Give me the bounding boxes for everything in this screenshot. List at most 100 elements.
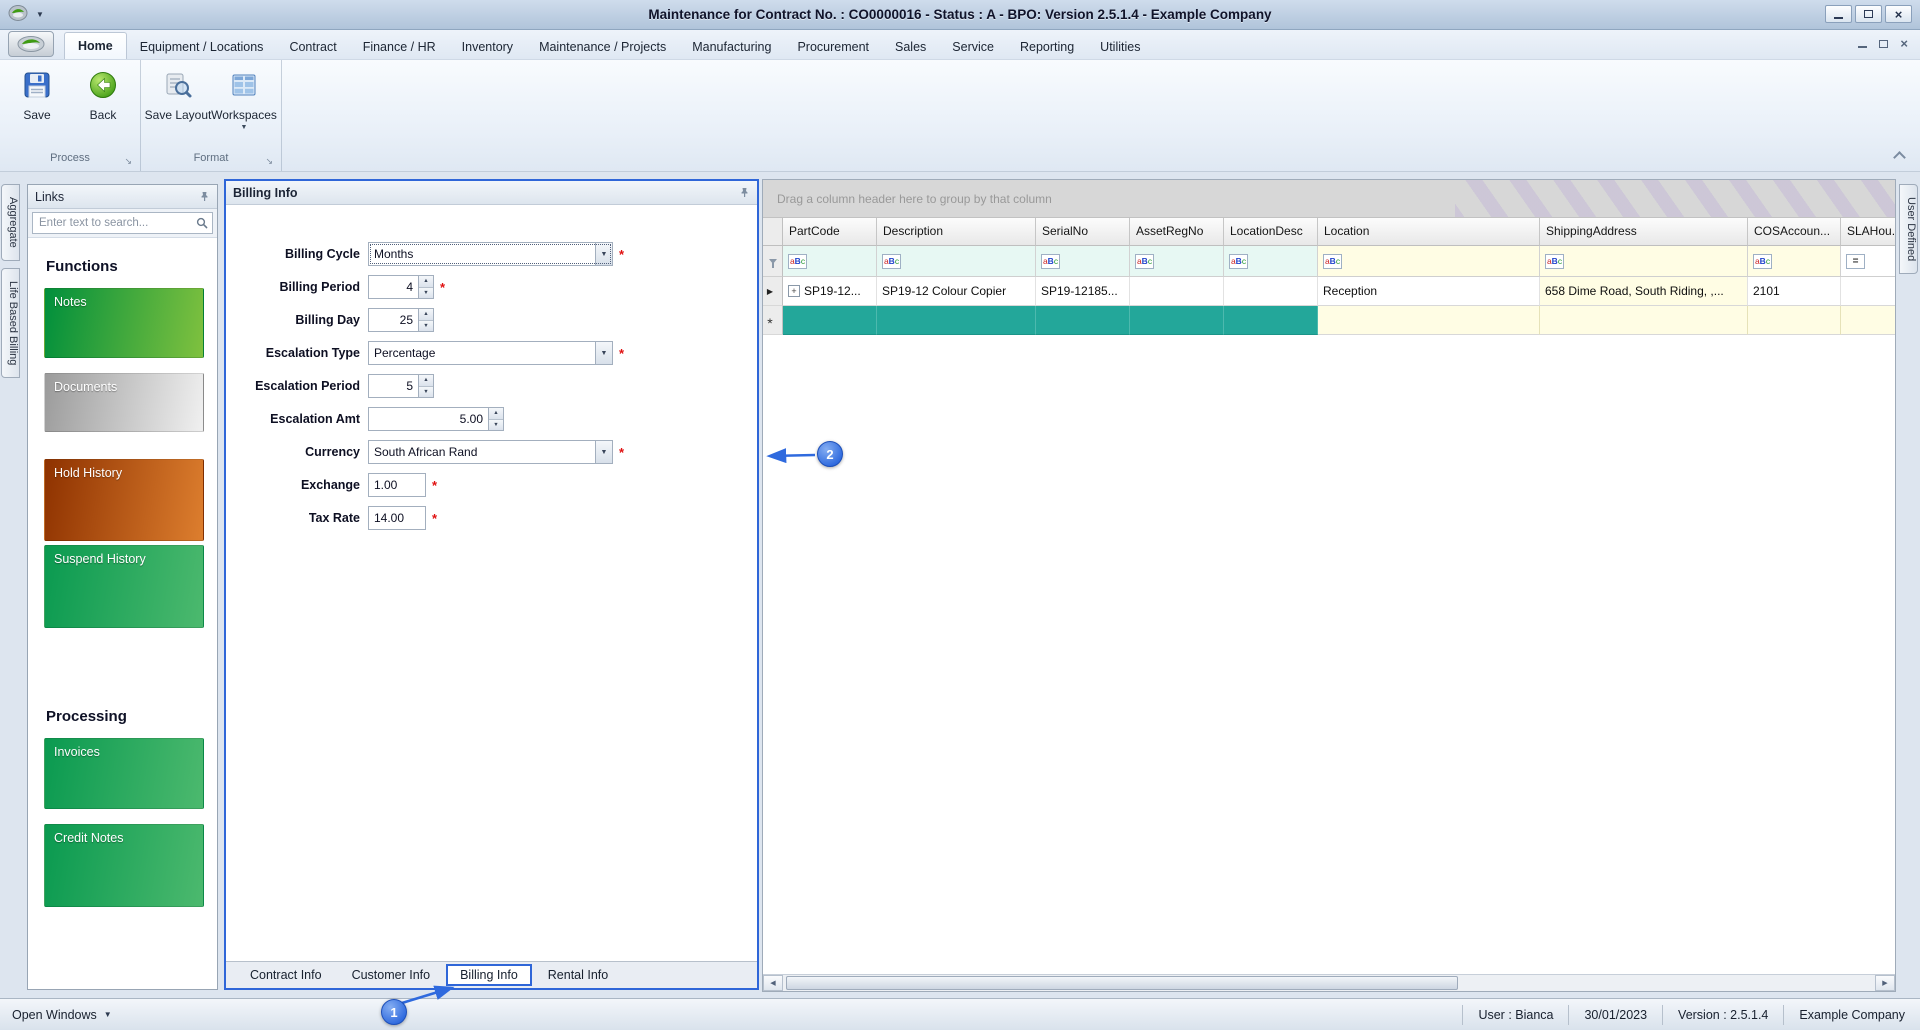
column-header-assetregno[interactable]: AssetRegNo xyxy=(1130,218,1224,246)
ribbon-tab-manufacturing[interactable]: Manufacturing xyxy=(679,35,784,59)
ribbon-tab-procurement[interactable]: Procurement xyxy=(784,35,882,59)
ribbon-restore-button[interactable] xyxy=(1879,40,1889,48)
scroll-left-icon[interactable]: ◀ xyxy=(763,975,783,991)
dropdown-arrow-icon[interactable]: ▼ xyxy=(595,441,612,463)
tab-rental-info[interactable]: Rental Info xyxy=(534,964,622,986)
filter-cell-serialno[interactable]: aBc xyxy=(1036,246,1130,277)
ribbon-tab-contract[interactable]: Contract xyxy=(276,35,349,59)
ribbon-tab-home[interactable]: Home xyxy=(64,32,127,59)
billing-period-spinner[interactable]: 4 ▲ ▼ xyxy=(368,275,434,299)
column-header-locationdesc[interactable]: LocationDesc xyxy=(1224,218,1318,246)
pin-icon[interactable] xyxy=(739,187,750,198)
tax-rate-field[interactable]: 14.00 xyxy=(368,506,426,530)
new-cell-description[interactable] xyxy=(877,306,1036,335)
grid-data-row[interactable]: ▶ + SP19-12... SP19-12 Colour Copier SP19-12… xyxy=(763,277,1895,306)
suspend-history-button[interactable]: Suspend History xyxy=(44,545,204,628)
quick-access-caret-icon[interactable]: ▼ xyxy=(36,10,44,19)
invoices-button[interactable]: Invoices xyxy=(44,738,204,809)
billing-cycle-dropdown[interactable]: Months ▼ xyxy=(368,242,613,266)
grid-group-by-bar[interactable]: Drag a column header here to group by th… xyxy=(763,180,1895,218)
column-header-serialno[interactable]: SerialNo xyxy=(1036,218,1130,246)
open-windows-dropdown[interactable]: Open Windows ▼ xyxy=(0,1008,124,1022)
minimize-button[interactable] xyxy=(1825,5,1852,23)
notes-button[interactable]: Notes xyxy=(44,288,204,358)
spin-down-icon[interactable]: ▼ xyxy=(419,286,433,298)
search-input[interactable] xyxy=(32,212,213,234)
filter-cell-slahou[interactable]: = xyxy=(1841,246,1895,277)
ribbon-tab-equipment-locations[interactable]: Equipment / Locations xyxy=(127,35,277,59)
workspaces-button[interactable]: Workspaces ▼ xyxy=(211,65,277,152)
expand-row-icon[interactable]: + xyxy=(788,285,800,297)
filter-cell-location[interactable]: aBc xyxy=(1318,246,1540,277)
restore-button[interactable] xyxy=(1855,5,1882,23)
tab-customer-info[interactable]: Customer Info xyxy=(338,964,445,986)
new-cell-locationdesc[interactable] xyxy=(1224,306,1318,335)
new-cell-slahou[interactable] xyxy=(1841,306,1895,335)
back-button[interactable]: Back xyxy=(74,65,132,152)
grid-new-row[interactable]: * xyxy=(763,306,1895,335)
cell-locationdesc[interactable] xyxy=(1224,277,1318,306)
ribbon-tab-maintenance-projects[interactable]: Maintenance / Projects xyxy=(526,35,679,59)
spin-up-icon[interactable]: ▲ xyxy=(489,408,503,419)
billing-day-spinner[interactable]: 25 ▲ ▼ xyxy=(368,308,434,332)
spin-buttons[interactable]: ▲ ▼ xyxy=(418,276,433,298)
ribbon-minimize-button[interactable] xyxy=(1858,40,1868,48)
save-layout-button[interactable]: Save Layout xyxy=(145,65,211,152)
spin-down-icon[interactable]: ▼ xyxy=(419,319,433,331)
ribbon-tab-sales[interactable]: Sales xyxy=(882,35,939,59)
column-header-shippingaddress[interactable]: ShippingAddress xyxy=(1540,218,1748,246)
ribbon-tab-reporting[interactable]: Reporting xyxy=(1007,35,1087,59)
dock-tab-life-based-billing[interactable]: Life Based Billing xyxy=(1,267,20,379)
app-logo-icon[interactable] xyxy=(8,4,28,25)
cell-partcode[interactable]: + SP19-12... xyxy=(783,277,877,306)
column-header-slahou[interactable]: SLAHou... xyxy=(1841,218,1895,246)
column-header-cosaccoun[interactable]: COSAccoun... xyxy=(1748,218,1841,246)
new-cell-cosaccoun[interactable] xyxy=(1748,306,1841,335)
exchange-field[interactable]: 1.00 xyxy=(368,473,426,497)
escalation-period-spinner[interactable]: 5 ▲ ▼ xyxy=(368,374,434,398)
filter-cell-assetregno[interactable]: aBc xyxy=(1130,246,1224,277)
tab-billing-info[interactable]: Billing Info xyxy=(446,964,532,986)
close-button[interactable]: × xyxy=(1885,5,1912,23)
tab-contract-info[interactable]: Contract Info xyxy=(236,964,336,986)
new-cell-partcode[interactable] xyxy=(783,306,877,335)
spin-buttons[interactable]: ▲ ▼ xyxy=(418,309,433,331)
cell-description[interactable]: SP19-12 Colour Copier xyxy=(877,277,1036,306)
application-menu-button[interactable] xyxy=(8,31,54,57)
new-cell-shippingaddress[interactable] xyxy=(1540,306,1748,335)
cell-cosaccoun[interactable]: 2101 xyxy=(1748,277,1841,306)
spin-down-icon[interactable]: ▼ xyxy=(489,418,503,430)
spin-up-icon[interactable]: ▲ xyxy=(419,375,433,386)
dropdown-arrow-icon[interactable]: ▼ xyxy=(595,243,612,265)
horizontal-scrollbar[interactable]: ◀ ▶ xyxy=(763,974,1895,991)
pin-icon[interactable] xyxy=(199,191,210,202)
ribbon-tab-inventory[interactable]: Inventory xyxy=(449,35,526,59)
dock-tab-user-defined[interactable]: User Defined xyxy=(1899,184,1918,275)
column-header-partcode[interactable]: PartCode xyxy=(783,218,877,246)
spin-up-icon[interactable]: ▲ xyxy=(419,276,433,287)
currency-dropdown[interactable]: South African Rand ▼ xyxy=(368,440,613,464)
scrollbar-thumb[interactable] xyxy=(786,976,1458,990)
scroll-right-icon[interactable]: ▶ xyxy=(1875,975,1895,991)
group-dialog-launcher-icon[interactable]: ↘ xyxy=(265,157,273,166)
escalation-amt-spinner[interactable]: 5.00 ▲ ▼ xyxy=(368,407,504,431)
credit-notes-button[interactable]: Credit Notes xyxy=(44,824,204,907)
filter-cell-shippingaddress[interactable]: aBc xyxy=(1540,246,1748,277)
dock-tab-aggregate[interactable]: Aggregate xyxy=(1,184,20,261)
cell-serialno[interactable]: SP19-12185... xyxy=(1036,277,1130,306)
escalation-type-dropdown[interactable]: Percentage ▼ xyxy=(368,341,613,365)
column-header-description[interactable]: Description xyxy=(877,218,1036,246)
collapse-ribbon-icon[interactable] xyxy=(1893,151,1906,164)
new-cell-serialno[interactable] xyxy=(1036,306,1130,335)
filter-cell-cosaccoun[interactable]: aBc xyxy=(1748,246,1841,277)
ribbon-tab-utilities[interactable]: Utilities xyxy=(1087,35,1153,59)
ribbon-tab-finance-hr[interactable]: Finance / HR xyxy=(350,35,449,59)
cell-location[interactable]: Reception xyxy=(1318,277,1540,306)
column-header-location[interactable]: Location xyxy=(1318,218,1540,246)
new-cell-assetregno[interactable] xyxy=(1130,306,1224,335)
filter-cell-locationdesc[interactable]: aBc xyxy=(1224,246,1318,277)
cell-slahou[interactable] xyxy=(1841,277,1895,306)
save-button[interactable]: Save xyxy=(8,65,66,152)
hold-history-button[interactable]: Hold History xyxy=(44,459,204,541)
ribbon-tab-service[interactable]: Service xyxy=(939,35,1007,59)
